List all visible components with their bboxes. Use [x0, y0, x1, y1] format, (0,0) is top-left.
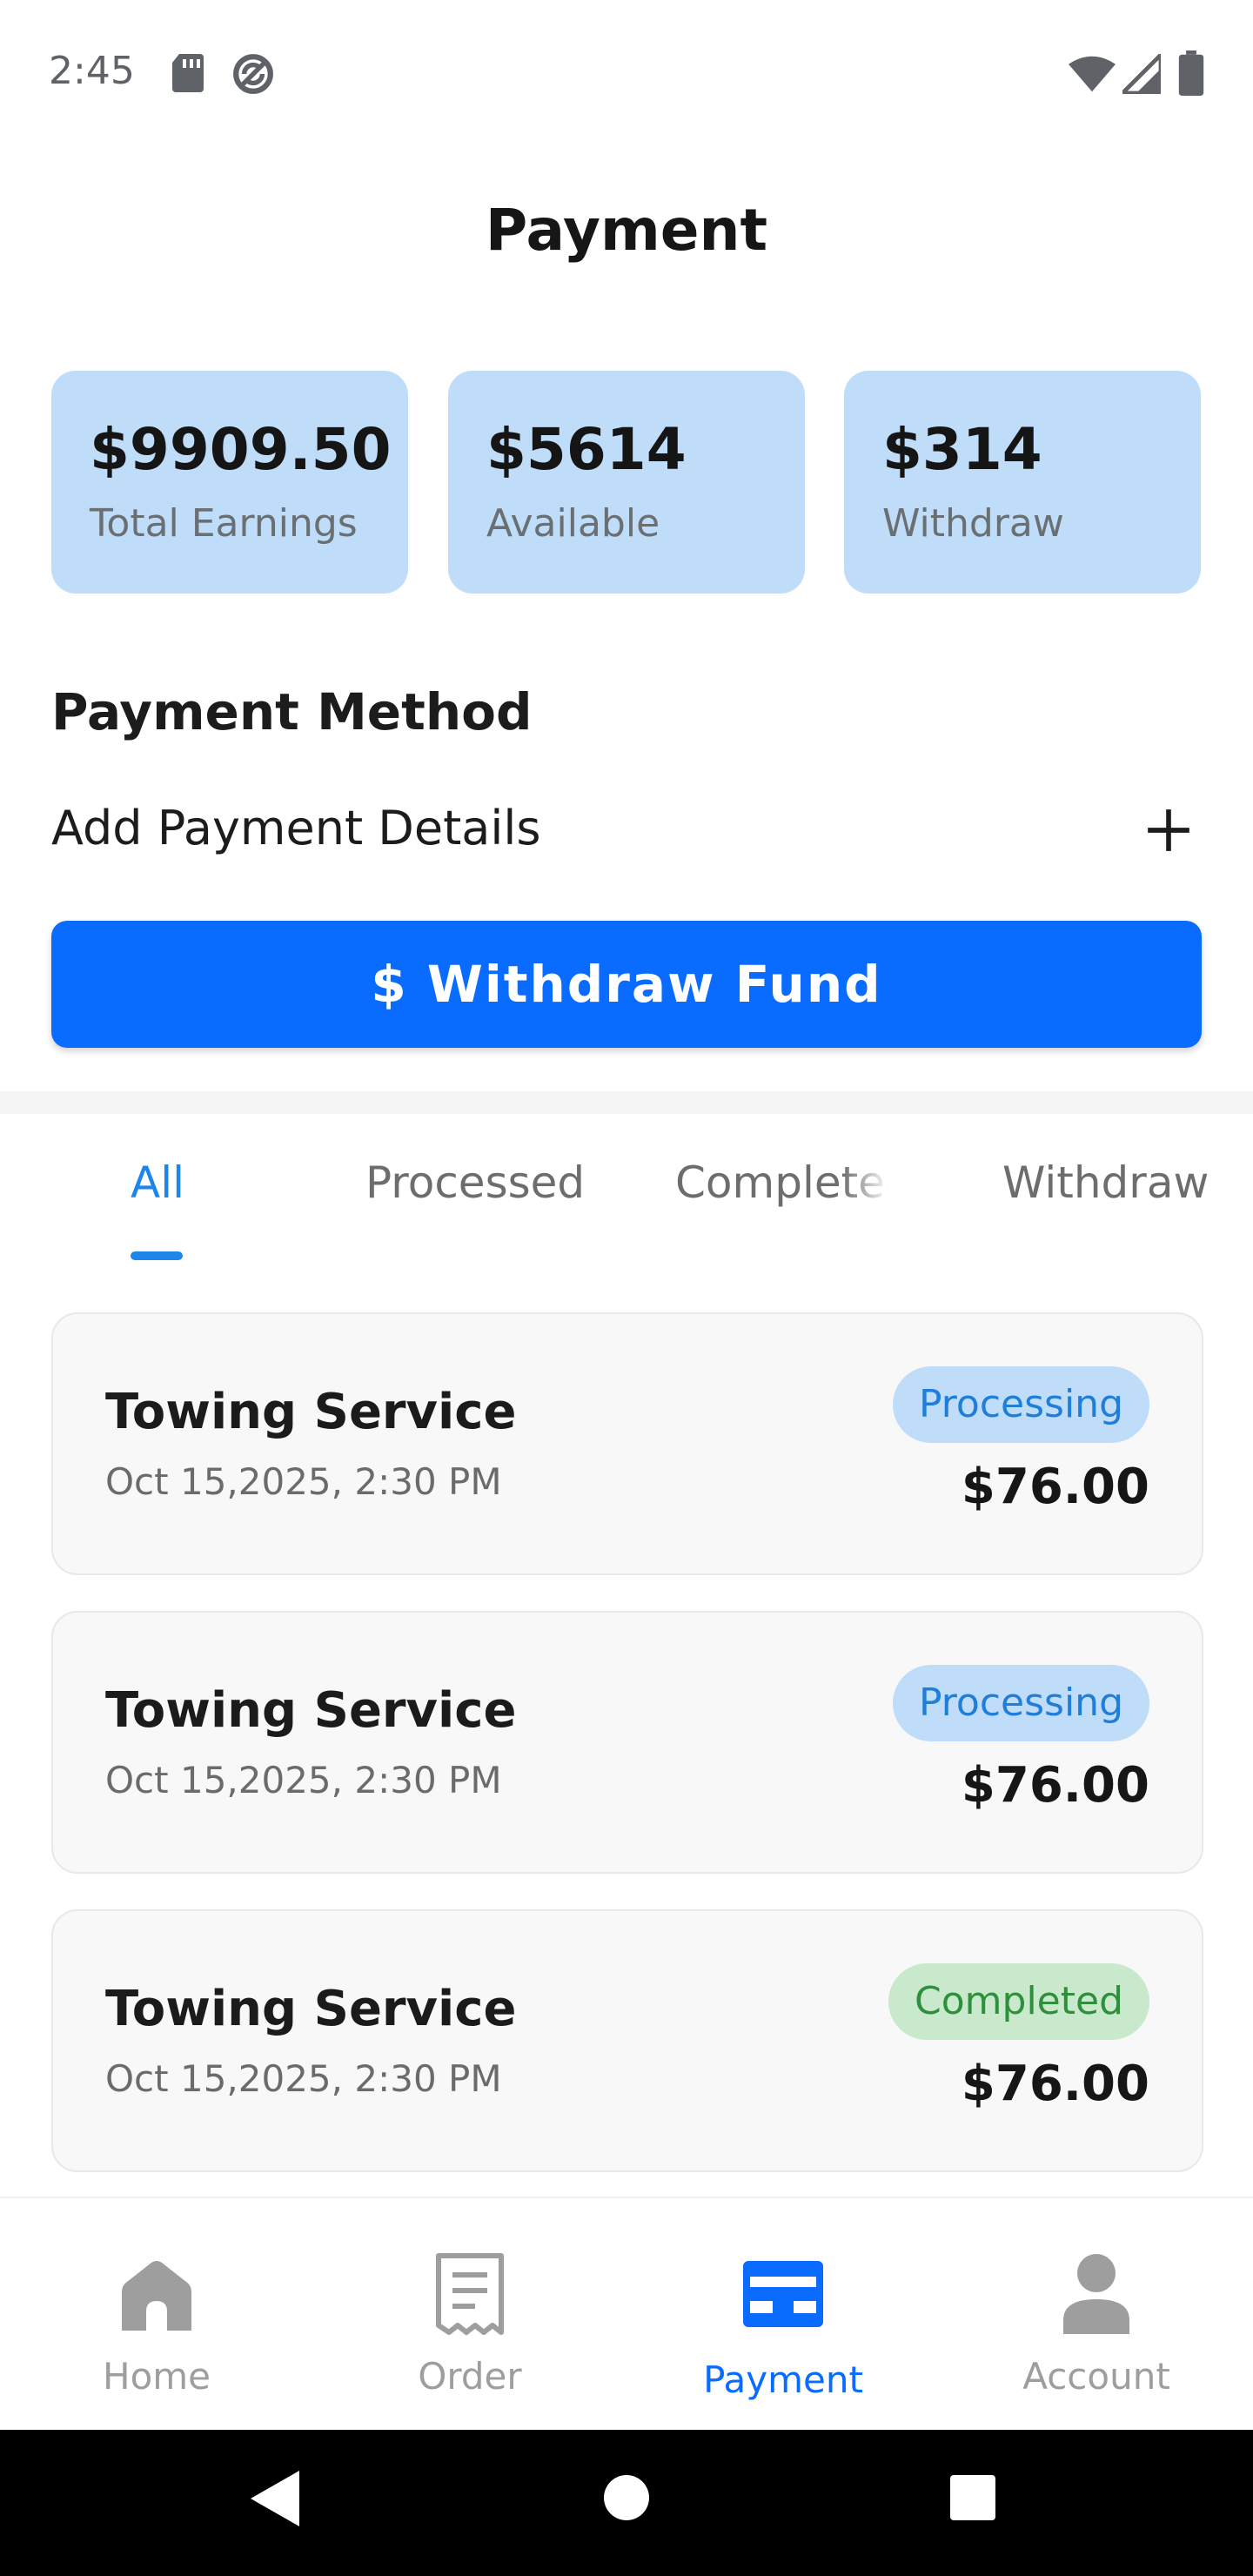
section-divider [0, 1091, 1253, 1114]
system-nav-bar [0, 2430, 1253, 2576]
stat-card-total-earnings: $9909.50 Total Earnings [51, 371, 408, 594]
transaction-amount: $76.00 [961, 2056, 1149, 2112]
status-badge: Processing [893, 1366, 1149, 1443]
status-bar: 2:45 [0, 0, 1253, 148]
withdraw-fund-button[interactable]: $ Withdraw Fund [51, 921, 1202, 1048]
nav-label-home: Home [102, 2355, 211, 2398]
recent-apps-icon[interactable] [950, 2475, 995, 2520]
tab-all[interactable]: All [131, 1157, 184, 1208]
transaction-card[interactable]: Towing Service Oct 15,2025, 2:30 PM Comp… [51, 1909, 1203, 2172]
status-time: 2:45 [49, 49, 135, 93]
nav-label-order: Order [418, 2355, 522, 2398]
tab-completed[interactable]: Completed [675, 1157, 889, 1208]
payment-method-title: Payment Method [51, 682, 533, 741]
transaction-card[interactable]: Towing Service Oct 15,2025, 2:30 PM Proc… [51, 1611, 1203, 1874]
transaction-title: Towing Service [105, 1981, 517, 2037]
transaction-title: Towing Service [105, 1682, 517, 1739]
nav-item-account[interactable]: Account [940, 2198, 1253, 2432]
stat-value: $5614 [486, 416, 687, 483]
sync-icon [233, 54, 273, 94]
stat-card-withdraw: $314 Withdraw [844, 371, 1201, 594]
home-icon [122, 2261, 191, 2331]
transaction-title: Towing Service [105, 1384, 517, 1440]
battery-icon [1178, 50, 1204, 96]
stat-card-available: $5614 Available [448, 371, 805, 594]
transaction-amount: $76.00 [961, 1757, 1149, 1814]
transaction-date: Oct 15,2025, 2:30 PM [105, 1460, 502, 1503]
stat-value: $314 [882, 416, 1042, 483]
signal-icon [1122, 54, 1161, 94]
tab-active-indicator [131, 1251, 183, 1260]
status-badge: Processing [893, 1665, 1149, 1741]
page-title: Payment [485, 197, 768, 264]
payment-card-icon [743, 2261, 823, 2327]
stat-label: Total Earnings [90, 501, 358, 546]
back-icon[interactable] [251, 2470, 299, 2527]
add-payment-details-row[interactable]: Add Payment Details [51, 783, 1202, 888]
wifi-icon [1069, 56, 1116, 92]
transaction-date: Oct 15,2025, 2:30 PM [105, 2057, 502, 2100]
stat-label: Withdraw [882, 501, 1064, 546]
nav-item-home[interactable]: Home [0, 2198, 313, 2432]
stat-label: Available [486, 501, 660, 546]
sd-card-icon [172, 54, 204, 92]
tab-processed[interactable]: Processed [365, 1157, 585, 1208]
stat-value: $9909.50 [90, 416, 392, 483]
plus-icon[interactable] [1146, 808, 1191, 853]
transaction-card[interactable]: Towing Service Oct 15,2025, 2:30 PM Proc… [51, 1312, 1203, 1575]
nav-item-payment[interactable]: Payment [626, 2198, 940, 2432]
transaction-amount: $76.00 [961, 1459, 1149, 1515]
bottom-nav: Home Order Payment Account [0, 2197, 1253, 2432]
nav-label-payment: Payment [703, 2358, 863, 2401]
nav-label-account: Account [1022, 2355, 1170, 2398]
transaction-date: Oct 15,2025, 2:30 PM [105, 1759, 502, 1801]
nav-item-order[interactable]: Order [313, 2198, 626, 2432]
receipt-icon [436, 2253, 504, 2335]
status-badge: Completed [888, 1963, 1149, 2040]
person-icon [1063, 2254, 1129, 2334]
add-payment-details-label: Add Payment Details [51, 801, 541, 855]
tab-withdraw[interactable]: Withdraw [1002, 1157, 1209, 1208]
home-circle-icon[interactable] [604, 2475, 649, 2520]
